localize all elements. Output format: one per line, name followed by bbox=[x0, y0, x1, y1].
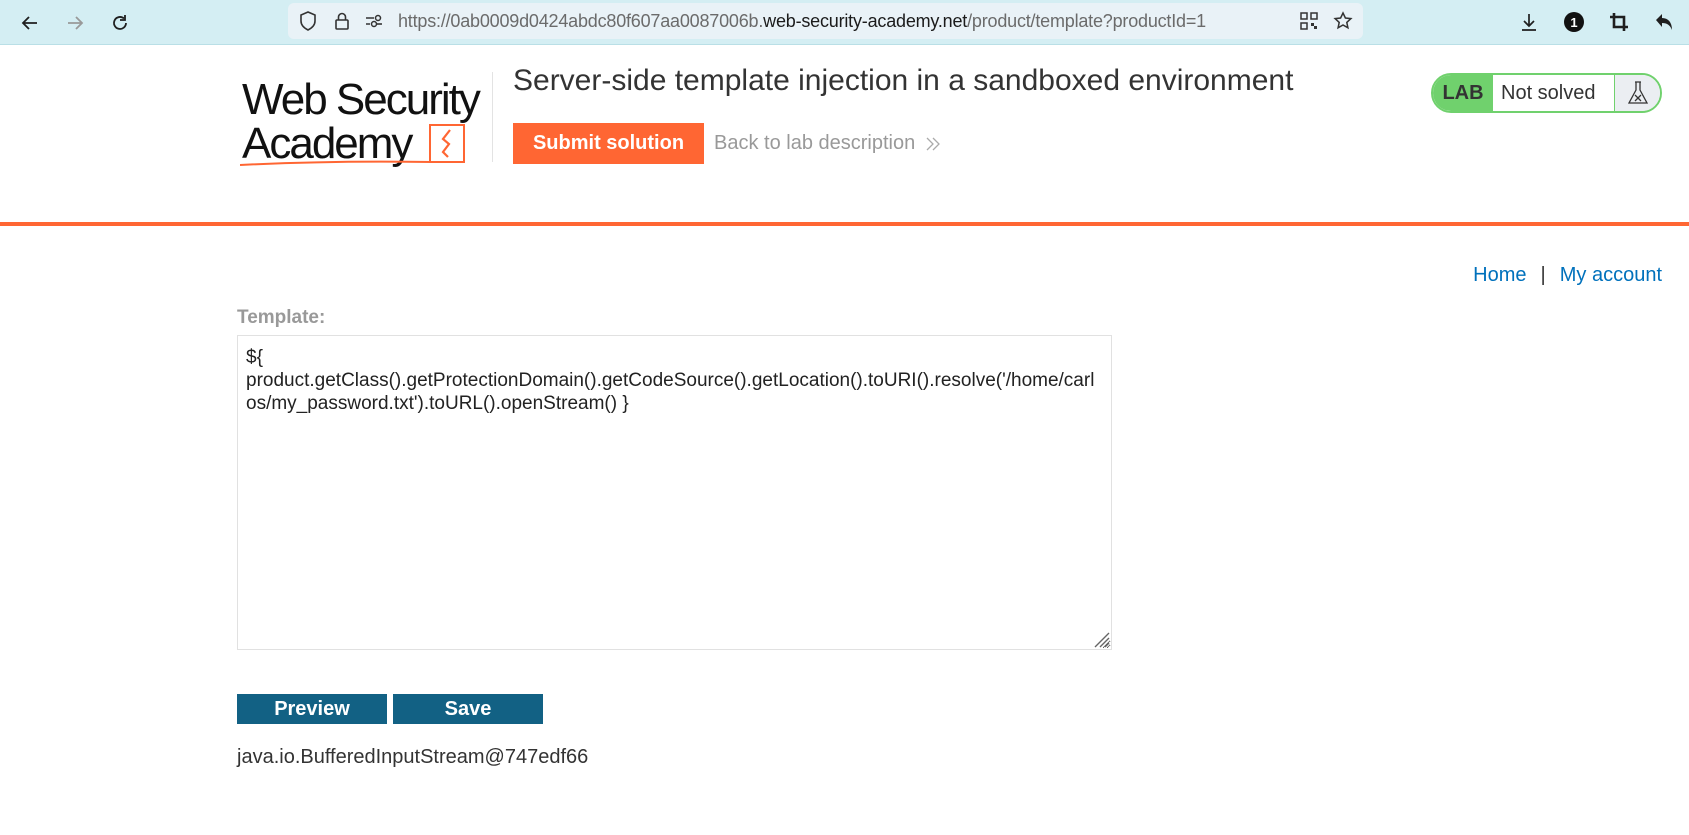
badge-count: 1 bbox=[1570, 15, 1577, 30]
nav-separator: | bbox=[1540, 264, 1546, 286]
flask-not-solved-icon bbox=[1615, 75, 1660, 111]
lab-title: Server-side template injection in a sand… bbox=[513, 64, 1294, 97]
lab-header: Web Security Academy Server-side templat… bbox=[0, 46, 1689, 224]
crop-icon[interactable] bbox=[1605, 8, 1633, 36]
template-output: java.io.BufferedInputStream@747edf66 bbox=[237, 746, 589, 768]
home-link[interactable]: Home bbox=[1473, 264, 1526, 287]
top-nav-links: Home | My account bbox=[1473, 264, 1662, 287]
url-host: web-security-academy.net bbox=[763, 11, 968, 31]
lab-state: Not solved bbox=[1493, 75, 1615, 111]
lab-status-widget: LAB Not solved bbox=[1431, 73, 1662, 113]
back-link-label: Back to lab description bbox=[714, 132, 916, 154]
logo-line1: Web Security bbox=[242, 75, 481, 124]
forward-icon[interactable] bbox=[60, 8, 90, 38]
save-button[interactable]: Save bbox=[393, 694, 543, 724]
template-label: Template: bbox=[237, 307, 326, 328]
preview-button[interactable]: Preview bbox=[237, 694, 387, 724]
lab-tag: LAB bbox=[1433, 75, 1493, 111]
header-divider bbox=[0, 222, 1689, 226]
download-icon[interactable] bbox=[1515, 8, 1543, 36]
double-chevron-right-icon bbox=[926, 137, 941, 150]
back-to-lab-description-link[interactable]: Back to lab description bbox=[714, 132, 941, 155]
url-prefix: https://0ab0009d0424abdc80f607aa0087006b… bbox=[398, 11, 764, 31]
submit-solution-button[interactable]: Submit solution bbox=[513, 123, 704, 164]
template-textarea[interactable]: ${ product.getClass().getProtectionDomai… bbox=[237, 335, 1112, 650]
notification-badge-icon[interactable]: 1 bbox=[1560, 8, 1588, 36]
bookmark-star-icon[interactable] bbox=[1332, 10, 1354, 32]
logo-divider bbox=[492, 72, 493, 162]
shield-icon[interactable] bbox=[297, 10, 319, 32]
resize-handle-icon[interactable] bbox=[1092, 630, 1110, 648]
url-text[interactable]: https://0ab0009d0424abdc80f607aa0087006b… bbox=[398, 11, 1206, 32]
qr-code-icon[interactable] bbox=[1298, 10, 1320, 32]
back-icon[interactable] bbox=[15, 8, 45, 38]
web-security-academy-logo[interactable]: Web Security Academy bbox=[239, 70, 490, 170]
undo-icon[interactable] bbox=[1650, 8, 1678, 36]
url-path: /product/template?productId=1 bbox=[967, 11, 1206, 31]
address-bar[interactable]: https://0ab0009d0424abdc80f607aa0087006b… bbox=[288, 3, 1363, 39]
browser-toolbar: https://0ab0009d0424abdc80f607aa0087006b… bbox=[0, 0, 1689, 45]
reload-icon[interactable] bbox=[105, 8, 135, 38]
my-account-link[interactable]: My account bbox=[1560, 264, 1662, 287]
lock-icon[interactable] bbox=[331, 10, 353, 32]
permissions-icon[interactable] bbox=[363, 10, 385, 32]
